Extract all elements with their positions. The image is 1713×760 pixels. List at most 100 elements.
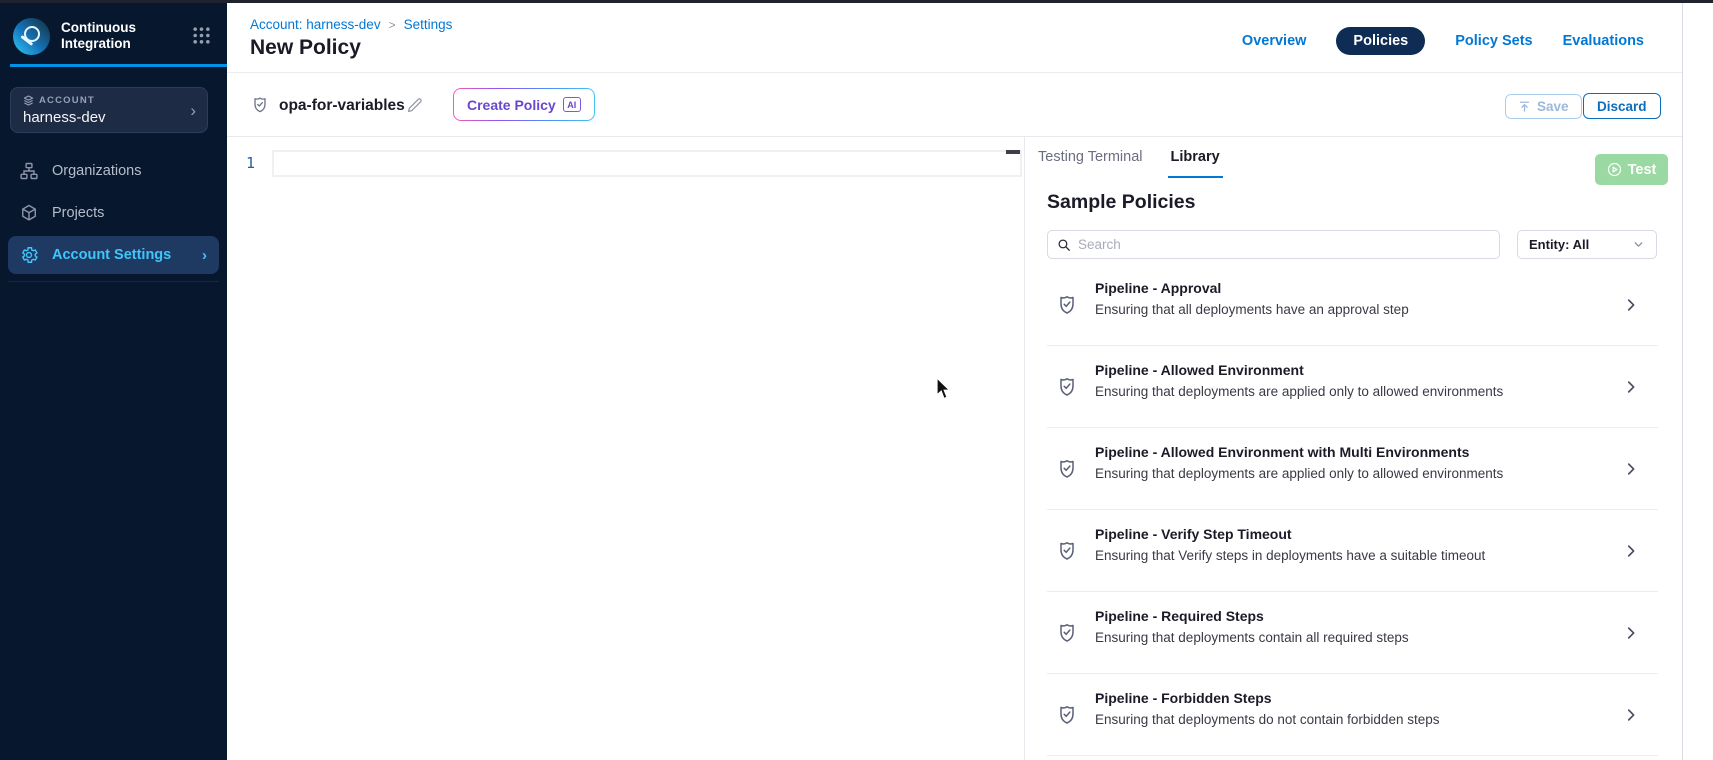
chevron-down-icon	[1632, 238, 1645, 251]
product-header: Continuous Integration	[13, 14, 217, 58]
sidebar-item-label: Projects	[52, 205, 104, 221]
tab-overview[interactable]: Overview	[1242, 33, 1307, 49]
policy-code-editor[interactable]: 1	[227, 137, 1025, 760]
shield-check-icon	[1055, 375, 1079, 399]
save-button[interactable]: Save	[1505, 94, 1582, 119]
search-icon	[1057, 238, 1071, 252]
harness-ci-logo	[13, 18, 50, 55]
chevron-right-icon: ›	[190, 102, 196, 119]
sidebar-accent-line	[10, 64, 227, 67]
chevron-right-icon[interactable]	[1622, 460, 1640, 478]
product-name: Continuous Integration	[61, 20, 136, 52]
policy-description: Ensuring that Verify steps in deployment…	[1095, 548, 1485, 563]
entity-filter-dropdown[interactable]: Entity: All	[1517, 230, 1657, 259]
sidebar-item-account-settings[interactable]: Account Settings ›	[8, 236, 219, 274]
policy-title: Pipeline - Verify Step Timeout	[1095, 526, 1292, 542]
app-window: Continuous Integration ACCOUNT harness-d…	[0, 0, 1713, 760]
page-header: Account: harness-dev > Settings New Poli…	[227, 3, 1682, 73]
tab-policies[interactable]: Policies	[1336, 27, 1425, 55]
discard-button[interactable]: Discard	[1583, 93, 1661, 119]
policy-list-item[interactable]: Pipeline - Allowed Environment Ensuring …	[1047, 346, 1658, 428]
entity-filter-value: Entity: All	[1529, 237, 1589, 252]
scrollbar-gutter[interactable]	[1682, 3, 1713, 760]
sidebar-item-organizations[interactable]: Organizations	[8, 152, 219, 190]
policy-list-item[interactable]: Pipeline - Verify Step Timeout Ensuring …	[1047, 510, 1658, 592]
chevron-right-icon[interactable]	[1622, 296, 1640, 314]
library-panel: Testing Terminal Library Test Sample Pol…	[1025, 137, 1682, 760]
breadcrumb: Account: harness-dev > Settings	[250, 17, 452, 32]
policy-search[interactable]	[1047, 230, 1500, 259]
account-selector[interactable]: ACCOUNT harness-dev ›	[10, 87, 208, 133]
policy-list-item[interactable]: Pipeline - Approval Ensuring that all de…	[1047, 264, 1658, 346]
policy-description: Ensuring that deployments are applied on…	[1095, 384, 1503, 399]
create-policy-button[interactable]: Create Policy AI	[453, 88, 595, 121]
policy-list-item[interactable]: Pipeline - Forbidden Steps Ensuring that…	[1047, 674, 1658, 756]
layers-icon	[23, 95, 34, 106]
chevron-right-icon: ›	[202, 247, 207, 264]
policy-topnav: Overview Policies Policy Sets Evaluation…	[1242, 27, 1644, 55]
create-policy-label: Create Policy	[467, 97, 556, 113]
policy-list-item[interactable]: Pipeline - Allowed Environment with Mult…	[1047, 428, 1658, 510]
tab-policy-sets[interactable]: Policy Sets	[1455, 33, 1532, 49]
account-label: ACCOUNT	[39, 95, 95, 106]
sidebar-item-projects[interactable]: Projects	[8, 194, 219, 232]
product-name-line2: Integration	[61, 36, 136, 52]
ai-badge: AI	[563, 97, 581, 112]
chevron-right-icon[interactable]	[1622, 624, 1640, 642]
editor-line-number: 1	[246, 154, 255, 172]
gear-icon	[19, 245, 39, 265]
module-grid-icon[interactable]	[192, 26, 211, 45]
shield-check-icon	[250, 95, 270, 115]
save-label: Save	[1537, 99, 1569, 114]
account-name: harness-dev	[23, 109, 195, 126]
shield-check-icon	[1055, 703, 1079, 727]
tab-evaluations[interactable]: Evaluations	[1563, 33, 1644, 49]
product-name-line1: Continuous	[61, 20, 136, 36]
test-button[interactable]: Test	[1595, 154, 1668, 185]
shield-check-icon	[1055, 621, 1079, 645]
editor-current-line[interactable]	[272, 150, 1022, 177]
breadcrumb-account-link[interactable]: Account: harness-dev	[250, 17, 381, 32]
policy-title: Pipeline - Forbidden Steps	[1095, 690, 1272, 706]
cube-icon	[19, 203, 39, 223]
policy-title: Pipeline - Required Steps	[1095, 608, 1264, 624]
policy-title: Pipeline - Approval	[1095, 280, 1221, 296]
chevron-right-icon[interactable]	[1622, 378, 1640, 396]
policy-description: Ensuring that all deployments have an ap…	[1095, 302, 1409, 317]
sample-policy-list: Pipeline - Approval Ensuring that all de…	[1047, 264, 1658, 756]
sidebar-nav: Organizations Projects Account Settings …	[8, 152, 219, 278]
policy-description: Ensuring that deployments contain all re…	[1095, 630, 1409, 645]
page-title: New Policy	[250, 36, 361, 60]
sidebar-item-label: Account Settings	[52, 247, 171, 263]
breadcrumb-separator: >	[389, 18, 396, 32]
account-label-row: ACCOUNT	[23, 95, 195, 106]
policy-description: Ensuring that deployments do not contain…	[1095, 712, 1439, 727]
tab-library[interactable]: Library	[1168, 149, 1223, 178]
policy-toolbar: opa-for-variables Create Policy AI Save …	[227, 73, 1682, 137]
window-top-strip	[0, 0, 1713, 3]
policy-list-item[interactable]: Pipeline - Required Steps Ensuring that …	[1047, 592, 1658, 674]
edit-pencil-icon[interactable]	[405, 96, 424, 115]
sidebar: Continuous Integration ACCOUNT harness-d…	[0, 0, 227, 760]
shield-check-icon	[1055, 539, 1079, 563]
policy-name: opa-for-variables	[279, 97, 405, 115]
breadcrumb-settings-link[interactable]: Settings	[404, 17, 453, 32]
upload-icon	[1518, 100, 1531, 113]
chevron-right-icon[interactable]	[1622, 542, 1640, 560]
editor-cursor-marker	[1006, 150, 1020, 154]
test-label: Test	[1628, 162, 1657, 178]
panel-tabs: Testing Terminal Library	[1035, 149, 1223, 178]
discard-label: Discard	[1597, 99, 1647, 114]
search-input[interactable]	[1078, 237, 1499, 252]
org-chart-icon	[19, 161, 39, 181]
sample-policies-heading: Sample Policies	[1047, 191, 1196, 214]
shield-check-icon	[1055, 457, 1079, 481]
sidebar-divider	[8, 281, 219, 282]
policy-description: Ensuring that deployments are applied on…	[1095, 466, 1503, 481]
tab-testing-terminal[interactable]: Testing Terminal	[1035, 149, 1146, 178]
chevron-right-icon[interactable]	[1622, 706, 1640, 724]
policy-title: Pipeline - Allowed Environment with Mult…	[1095, 444, 1469, 460]
play-circle-icon	[1607, 162, 1622, 177]
sidebar-item-label: Organizations	[52, 163, 141, 179]
policy-title: Pipeline - Allowed Environment	[1095, 362, 1304, 378]
